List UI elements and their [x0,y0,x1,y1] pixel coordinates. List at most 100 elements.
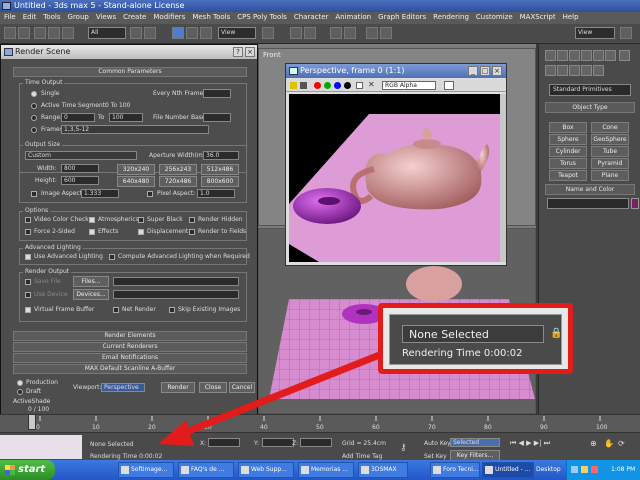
modify-tab-icon[interactable] [557,50,568,61]
save-bitmap-icon[interactable] [290,82,297,89]
use-advanced-lighting-checkbox[interactable] [25,254,31,260]
viewport-select[interactable]: Perspective [101,383,145,392]
task-faqs[interactable]: FAQ's de ... [178,462,234,478]
name-and-color-rollout[interactable]: Name and Color [545,184,635,195]
menu-mesh-tools[interactable]: Mesh Tools [188,12,233,21]
task-softimage[interactable]: Softimage... [118,462,174,478]
hierarchy-tab-icon[interactable] [569,50,580,61]
menu-character[interactable]: Character [290,12,332,21]
preset-512x486-button[interactable]: 512x486 [201,164,239,175]
front-viewport-label[interactable]: Front [263,51,281,59]
reference-coordinate-select[interactable]: View [218,27,256,39]
output-preset-select[interactable]: Custom [25,151,137,160]
torus-button[interactable]: Torus [549,158,587,169]
alpha-channel-icon[interactable] [344,82,351,89]
single-radio[interactable] [31,91,37,97]
motion-tab-icon[interactable] [581,50,592,61]
object-name-field[interactable] [547,198,629,209]
menu-cps-poly-tools[interactable]: CPS Poly Tools [233,12,290,21]
image-aspect-lock[interactable] [31,191,37,197]
render-hidden-checkbox[interactable] [189,217,195,223]
sphere-button[interactable]: Sphere [549,134,587,145]
preset-640x480-button[interactable]: 640x480 [117,176,155,187]
green-channel-icon[interactable] [324,82,331,89]
frames-field[interactable]: 1,3,5-12 [61,125,209,134]
file-number-base-field[interactable] [203,113,231,122]
menu-maxscript[interactable]: MAXScript [516,12,559,21]
tray-speaker-icon[interactable] [581,466,588,473]
pyramid-button[interactable]: Pyramid [591,158,629,169]
displacement-checkbox[interactable] [138,229,144,235]
geometry-icon[interactable] [619,50,631,61]
key-selection-select[interactable]: Selected [450,438,500,447]
render-to-fields-checkbox[interactable] [189,229,195,235]
pixel-aspect-lock[interactable] [147,191,153,197]
virtual-frame-buffer-checkbox[interactable] [25,307,31,313]
unlink-icon[interactable] [48,27,60,39]
maxscript-listener[interactable] [0,435,82,459]
image-aspect-field[interactable]: 1.333 [81,189,119,198]
cylinder-button[interactable]: Cylinder [549,146,587,157]
shapes-icon[interactable] [545,65,556,76]
object-color-swatch[interactable] [631,198,639,209]
activeshade-label[interactable]: ActiveShade [13,398,50,405]
preset-800x600-button[interactable]: 800x600 [201,176,239,187]
render-scene-icon[interactable] [366,27,378,39]
red-channel-icon[interactable] [314,82,321,89]
primitive-type-select[interactable]: Standard Primitives [549,84,631,96]
bind-icon[interactable] [62,27,74,39]
render-view-select[interactable]: View [575,27,615,39]
render-teapot-icon[interactable] [620,27,632,39]
video-color-check-checkbox[interactable] [25,217,31,223]
pivot-icon[interactable] [262,27,274,39]
start-button[interactable]: start [0,460,55,480]
menu-rendering[interactable]: Rendering [429,12,472,21]
force-2-sided-checkbox[interactable] [25,229,31,235]
menu-help[interactable]: Help [559,12,582,21]
task-3dsmax[interactable]: 3DSMAX [358,462,408,478]
every-nth-field[interactable] [203,89,231,98]
draft-radio[interactable] [17,389,23,395]
menu-animation[interactable]: Animation [331,12,374,21]
minimize-icon[interactable]: _ [468,66,478,76]
desktop-toolbar[interactable]: Desktop [536,466,561,473]
effects-checkbox[interactable] [89,229,95,235]
rotate-icon[interactable] [186,27,198,39]
undo-icon[interactable] [4,27,16,39]
lights-icon[interactable] [557,65,568,76]
playback-controls-icon[interactable]: ⏮ ◀ ▶ ▶| ⏭ [510,439,550,448]
link-icon[interactable] [34,27,46,39]
create-tab-icon[interactable] [545,50,556,61]
aperture-field[interactable]: 36.0 [203,151,239,160]
range-radio[interactable] [31,115,37,121]
channel-select[interactable]: RGB Alpha [382,81,436,90]
curve-editor-icon[interactable] [330,27,342,39]
range-to-field[interactable]: 100 [109,113,143,122]
use-device-checkbox[interactable] [25,292,31,298]
pan-icon[interactable]: ✋ [604,439,614,448]
clear-icon[interactable]: ✕ [368,80,375,89]
menu-modifiers[interactable]: Modifiers [149,12,188,21]
plane-button[interactable]: Plane [591,170,629,181]
task-foro-tecnico[interactable]: Foro Tecni... [430,462,480,478]
set-key-button[interactable]: Set Key [424,453,447,460]
cameras-icon[interactable] [569,65,580,76]
orbit-icon[interactable]: ⟳ [618,439,625,448]
frames-radio[interactable] [31,127,37,133]
cone-button[interactable]: Cone [591,122,629,133]
width-field[interactable]: 800 [61,164,99,173]
range-from-field[interactable]: 0 [61,113,95,122]
select-by-name-icon[interactable] [144,27,156,39]
helpers-icon[interactable] [581,65,592,76]
super-black-checkbox[interactable] [138,217,144,223]
skip-existing-checkbox[interactable] [169,307,175,313]
clone-icon[interactable] [300,82,307,89]
color-swatch[interactable] [444,81,454,90]
blue-channel-icon[interactable] [334,82,341,89]
auto-key-button[interactable]: Auto Key [424,440,451,447]
production-radio[interactable] [17,380,23,386]
close-icon[interactable]: × [245,47,255,57]
quick-render-icon[interactable] [380,27,392,39]
preset-720x486-button[interactable]: 720x486 [159,176,197,187]
height-field[interactable]: 600 [61,176,99,185]
